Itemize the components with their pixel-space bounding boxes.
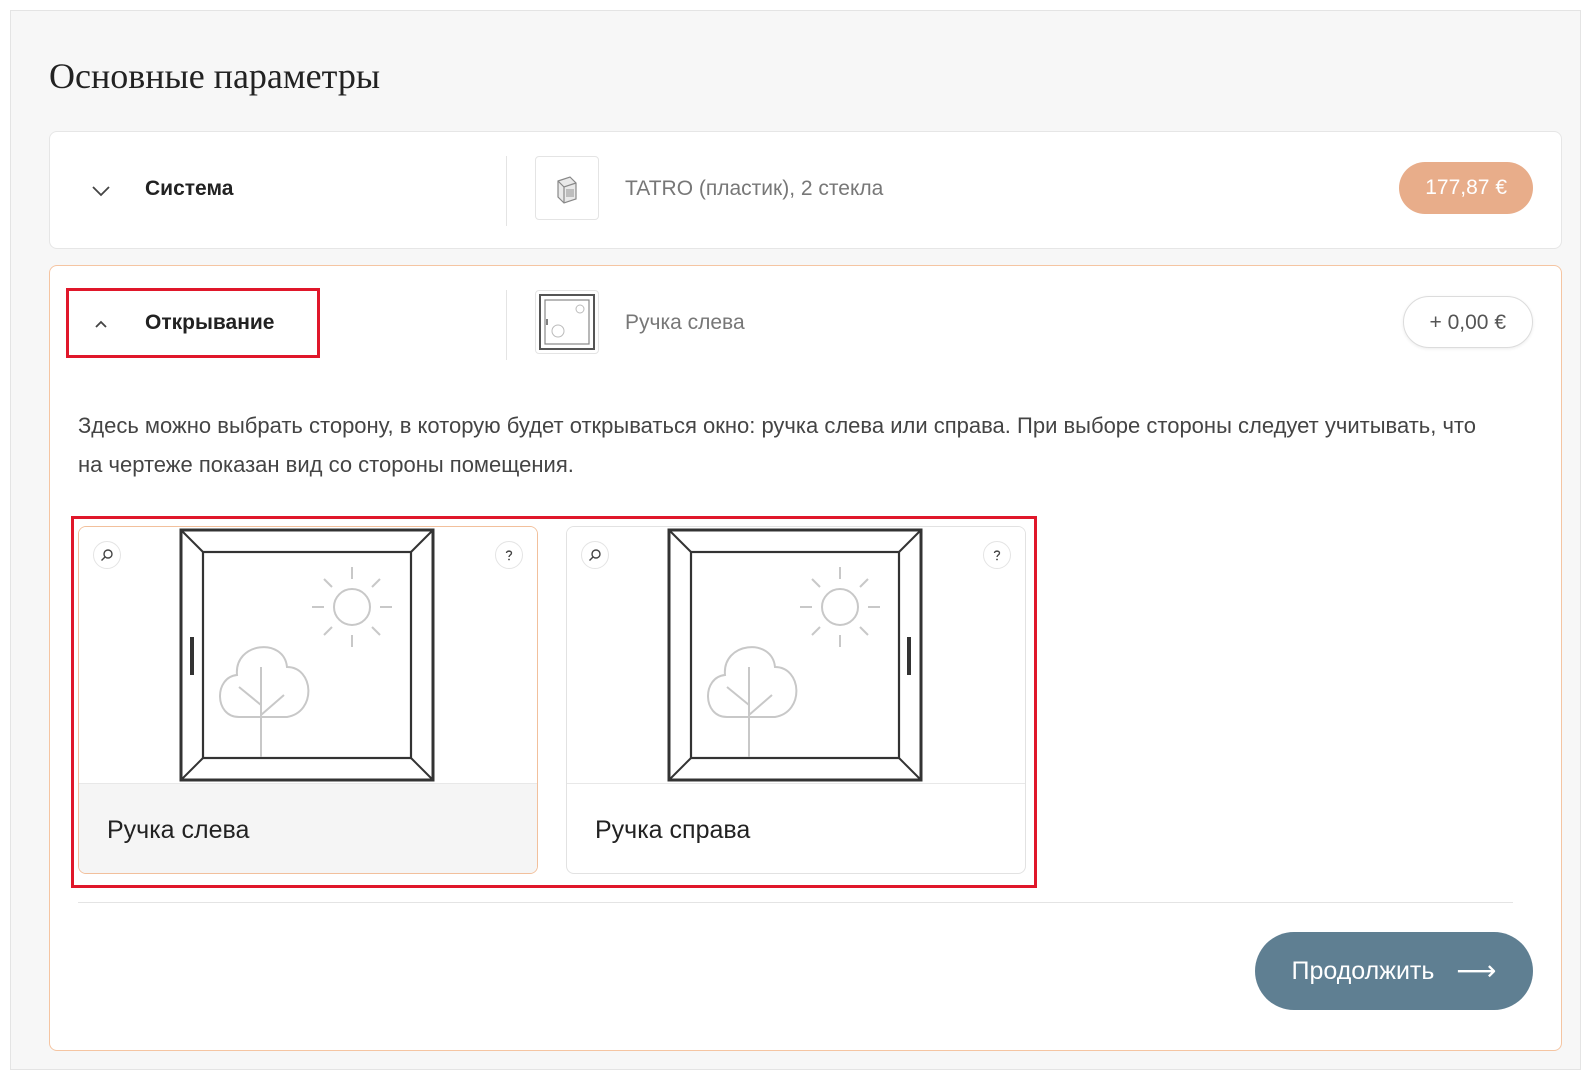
window-right-handle-icon — [667, 528, 923, 782]
continue-button-label: Продолжить — [1291, 956, 1435, 985]
option-image — [79, 527, 537, 783]
divider — [78, 902, 1513, 903]
arrow-right-icon: ⟶ — [1456, 955, 1497, 986]
option-label: Ручка справа — [595, 816, 751, 844]
zoom-icon — [101, 549, 113, 561]
section-opening-header[interactable]: Открывание — [50, 266, 510, 384]
zoom-button[interactable] — [581, 541, 609, 569]
section-opening-value: Ручка слева — [625, 311, 745, 334]
opening-thumbnail — [535, 290, 599, 354]
system-price-badge: 177,87 € — [1399, 162, 1533, 214]
chevron-down-icon — [92, 186, 110, 197]
window-thumbnail-icon — [539, 294, 595, 350]
window-profile-icon — [557, 176, 577, 204]
continue-button[interactable]: Продолжить ⟶ — [1255, 932, 1533, 1010]
option-label: Ручка слева — [107, 816, 250, 844]
section-system-value: TATRO (пластик), 2 стекла — [625, 177, 884, 200]
section-opening: Открывание Ручка слева + 0,00 € Здесь мо… — [49, 265, 1562, 1051]
option-image — [567, 527, 1025, 783]
chevron-up-icon — [95, 320, 107, 328]
section-system-header[interactable]: Система — [50, 132, 510, 250]
section-system-label: Система — [145, 177, 234, 200]
help-button[interactable] — [983, 541, 1011, 569]
window-left-handle-icon — [179, 528, 435, 782]
help-icon — [993, 550, 1001, 561]
divider — [506, 156, 507, 226]
option-handle-left[interactable]: Ручка слева — [78, 526, 538, 874]
option-handle-right[interactable]: Ручка справа — [566, 526, 1026, 874]
option-caption-area: Ручка слева — [79, 783, 537, 873]
help-button[interactable] — [495, 541, 523, 569]
section-system: Система TATRO (пластик), 2 стекла 177,87… — [49, 131, 1562, 249]
opening-price-badge: + 0,00 € — [1402, 296, 1533, 348]
option-caption-area: Ручка справа — [567, 783, 1025, 873]
section-opening-label: Открывание — [145, 311, 275, 334]
divider — [506, 290, 507, 360]
system-thumbnail — [535, 156, 599, 220]
page-title: Основные параметры — [49, 56, 381, 96]
help-icon — [505, 550, 513, 561]
main-panel: Основные параметры Система TATRO (пласти… — [10, 10, 1581, 1070]
section-description: Здесь можно выбрать сторону, в которую б… — [78, 413, 1476, 477]
zoom-button[interactable] — [93, 541, 121, 569]
zoom-icon — [589, 549, 601, 561]
